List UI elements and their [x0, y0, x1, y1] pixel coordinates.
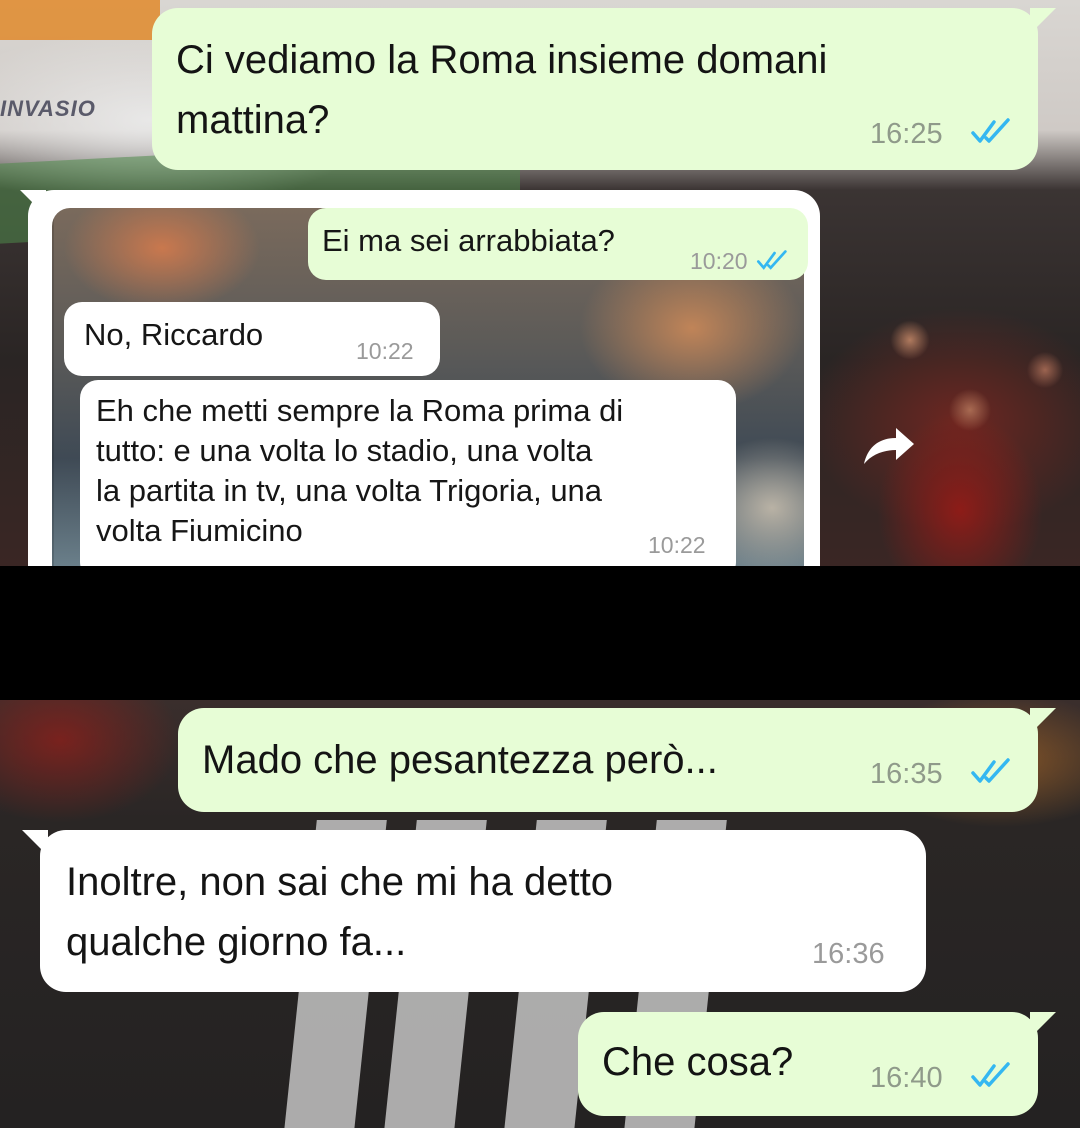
forwarded-screenshot-image[interactable]: Ei ma sei arrabbiata? 10:20 No, Riccardo…: [28, 190, 820, 566]
screenshot-message-text: la partita in tv, una volta Trigoria, un…: [96, 473, 603, 508]
redaction-band: [0, 566, 1080, 700]
message-text: Mado che pesantezza però...: [202, 738, 718, 782]
message-time: 16:36: [812, 938, 885, 970]
message-time: 16:35: [870, 758, 943, 790]
double-check-icon: [971, 1062, 1010, 1087]
message-bubble-incoming[interactable]: Inoltre, non sai che mi ha detto qualche…: [40, 830, 926, 992]
double-check-icon: [971, 118, 1010, 143]
message-text: qualche giorno fa...: [66, 920, 407, 964]
message-bubble-outgoing[interactable]: Ci vediamo la Roma insieme domani mattin…: [152, 8, 1038, 170]
message-text: Che cosa?: [602, 1040, 794, 1084]
forward-arrow-icon[interactable]: [858, 420, 918, 470]
message-time: 16:40: [870, 1062, 943, 1094]
message-text: Inoltre, non sai che mi ha detto: [66, 860, 613, 904]
message-bubble-outgoing[interactable]: Mado che pesantezza però... 16:35: [178, 708, 1038, 812]
wallpaper-orange-stripe: [0, 0, 160, 40]
screenshot-message-text: Ei ma sei arrabbiata?: [322, 223, 615, 258]
screenshot-message-time: 10:20: [690, 248, 748, 274]
screenshot-message-text: tutto: e una volta lo stadio, una volta: [96, 433, 593, 468]
wallpaper-banner-text: INVASIO: [0, 96, 96, 121]
wallpaper-crowd: [830, 220, 1080, 566]
double-check-icon: [971, 758, 1010, 783]
screenshot-message-text: No, Riccardo: [84, 317, 264, 352]
screenshot-message-text: volta Fiumicino: [96, 513, 303, 548]
double-check-icon: [756, 250, 787, 270]
screenshot-message-time: 10:22: [356, 338, 414, 364]
message-time: 16:25: [870, 118, 943, 150]
message-bubble-outgoing[interactable]: Che cosa? 16:40: [578, 1012, 1038, 1116]
screenshot-message-incoming: No, Riccardo 10:22: [64, 302, 440, 376]
screenshot-message-time: 10:22: [648, 532, 706, 558]
message-text: mattina?: [176, 98, 330, 142]
screenshot-message-incoming: Eh che metti sempre la Roma prima di tut…: [80, 380, 736, 566]
message-text: Ci vediamo la Roma insieme domani: [176, 38, 828, 82]
screenshot-message-text: Eh che metti sempre la Roma prima di: [96, 393, 624, 428]
screenshot-message-outgoing: Ei ma sei arrabbiata? 10:20: [308, 208, 808, 280]
